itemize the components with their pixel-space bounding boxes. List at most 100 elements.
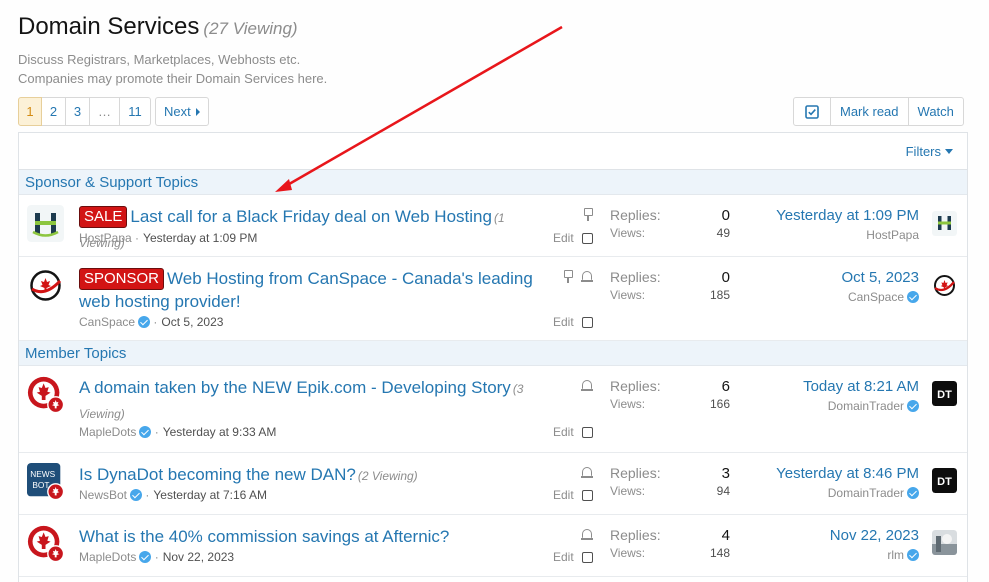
last-post-date[interactable]: Nov 22, 2023 [830,527,919,544]
thread-start-date[interactable]: Yesterday at 1:09 PM [143,231,257,245]
replies-label: Replies: [610,207,661,223]
views-label: Views: [610,484,646,498]
page-jump-ellipsis[interactable]: … [90,97,120,126]
edit-link[interactable]: Edit [553,231,574,245]
edit-link[interactable]: Edit [553,425,574,439]
thread-title-line: Is DynaDot becoming the new DAN? (2 Viewi… [79,463,534,488]
last-post-date[interactable]: Today at 8:21 AM [803,378,919,395]
replies-count: 3 [721,465,730,482]
thread-row: What is the 40% commission savings at Af… [19,515,967,577]
thread-status-icons [581,528,593,541]
last-post-user[interactable]: HostPapa [866,228,919,242]
verified-badge-icon [138,316,151,328]
thread-author-link[interactable]: MapleDots [79,550,136,564]
svg-text:BOT: BOT [32,480,49,490]
thread-start-date[interactable]: Oct 5, 2023 [161,315,223,329]
page-3-link[interactable]: 3 [66,97,90,126]
thread-author-link[interactable]: HostPapa [79,231,132,245]
replies-count: 6 [721,378,730,395]
thread-viewing-count: (2 Viewing) [357,469,418,483]
last-post: Oct 5, 2023 CanSpace [841,269,919,304]
last-post-date[interactable]: Yesterday at 8:46 PM [776,465,919,482]
select-threads-button[interactable] [794,98,830,125]
edit-link[interactable]: Edit [553,488,574,502]
replies-label: Replies: [610,465,661,481]
last-post-date[interactable]: Yesterday at 1:09 PM [776,207,919,224]
select-checkbox[interactable] [581,426,593,438]
canspace-avatar[interactable] [27,267,64,304]
replies-stat: Replies: 0 [610,207,730,224]
last-post-user[interactable]: rlm [887,548,904,562]
replies-stat: Replies: 6 [610,378,730,395]
domaintrader-mini-avatar[interactable]: DT [932,381,957,406]
thread-title-link[interactable]: Last call for a Black Friday deal on Web… [130,207,492,226]
newsbot-avatar[interactable]: NEWS BOT [27,463,64,500]
views-label: Views: [610,546,646,560]
last-post-user[interactable]: DomainTrader [828,399,904,413]
verified-badge-icon [130,489,143,501]
sponsor-label[interactable]: SPONSOR [79,268,165,290]
meta-separator: · [151,550,159,564]
forum-title: Domain Services [18,13,200,40]
replies-label: Replies: [610,269,661,285]
last-post-user[interactable]: DomainTrader [828,486,904,500]
last-post: Yesterday at 8:46 PM DomainTrader [776,465,919,500]
mapledots-avatar[interactable] [27,525,64,562]
mark-read-button[interactable]: Mark read [830,98,908,125]
page-2-link[interactable]: 2 [42,97,66,126]
thread-title-link[interactable]: A domain taken by the NEW Epik.com - Dev… [79,378,511,397]
filters-button[interactable]: Filters [906,144,953,159]
select-checkbox[interactable] [581,232,593,244]
sale-label[interactable]: SALE [79,206,128,228]
views-stat: Views: 94 [610,484,730,498]
thread-stats: Replies: 4 Views: 148 [610,527,730,560]
views-label: Views: [610,397,646,411]
views-count: 166 [709,397,730,411]
thread-title-link[interactable]: Is DynaDot becoming the new DAN? [79,465,356,484]
description-line-2: Companies may promote their Domain Servi… [18,71,328,86]
next-page-button[interactable]: Next [155,97,209,126]
views-count: 49 [716,226,730,240]
replies-stat: Replies: 3 [610,465,730,482]
page-11-link[interactable]: 11 [120,97,151,126]
thread-start-date[interactable]: Nov 22, 2023 [163,550,234,564]
select-checkbox[interactable] [581,316,593,328]
edit-link[interactable]: Edit [553,315,574,329]
mapledots-avatar[interactable] [27,376,64,413]
thread-stats: Replies: 6 Views: 166 [610,378,730,411]
hostpapa-avatar[interactable] [27,205,64,242]
page-1-link[interactable]: 1 [18,97,42,126]
thread-row: NEWS BOT Is DynaDot becoming the new DAN… [19,453,967,515]
thread-author-link[interactable]: NewsBot [79,488,127,502]
verified-badge-icon [907,400,919,412]
next-label: Next [164,104,191,119]
thread-author-link[interactable]: CanSpace [79,315,135,329]
rlm-mini-avatar[interactable] [932,530,957,555]
thread-title-link[interactable]: What is the 40% commission savings at Af… [79,527,449,546]
thread-start-date[interactable]: Yesterday at 7:16 AM [153,488,267,502]
thread-row: SPONSOR Web Hosting from CanSpace - Canad… [19,257,967,341]
last-post-user-wrap: HostPapa [776,228,919,242]
meta-separator: · [150,315,158,329]
meta-separator: · [131,231,140,245]
thread-author-link[interactable]: MapleDots [79,425,136,439]
hostpapa-mini-avatar[interactable] [932,211,957,236]
select-checkbox[interactable] [581,489,593,501]
thread-meta: MapleDots · Yesterday at 9:33 AM [79,425,276,439]
select-checkbox[interactable] [581,551,593,563]
replies-count: 4 [721,527,730,544]
meta-separator: · [151,425,159,439]
domaintrader-mini-avatar[interactable]: DT [932,468,957,493]
canspace-mini-avatar[interactable] [932,273,957,298]
thread-title-line: What is the 40% commission savings at Af… [79,525,534,548]
watch-button[interactable]: Watch [907,98,963,125]
last-post-user[interactable]: CanSpace [848,290,904,304]
thread-start-date[interactable]: Yesterday at 9:33 AM [163,425,277,439]
sticky-pin-icon [582,208,593,221]
section-member-topics: Member Topics [19,341,967,366]
thread-edit: Edit [553,488,593,502]
last-post: Yesterday at 1:09 PM HostPapa [776,207,919,242]
edit-link[interactable]: Edit [553,550,574,564]
last-post-date[interactable]: Oct 5, 2023 [841,269,919,286]
forum-description: Discuss Registrars, Marketplaces, Webhos… [18,50,327,88]
